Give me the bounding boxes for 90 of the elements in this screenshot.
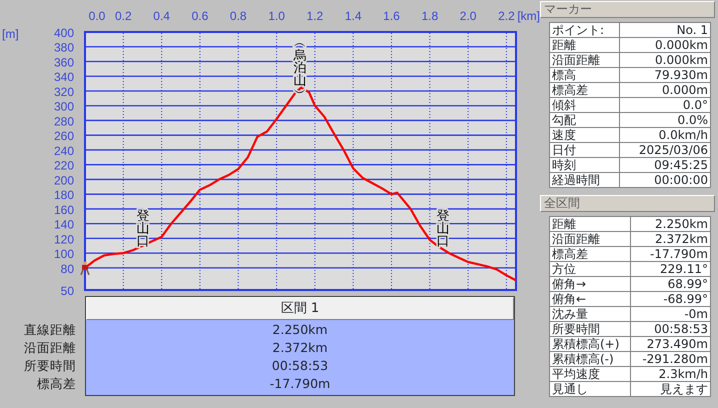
table-cell: 沿面距離 <box>550 232 631 246</box>
table-cell: 標高差 <box>550 246 631 262</box>
table-cell: -17.790m <box>630 246 710 262</box>
table-cell: 方位 <box>550 262 631 276</box>
table-cell: 俯角← <box>550 292 631 306</box>
table-cell: 2.3km/h <box>630 366 710 382</box>
axis-label: 160 <box>54 202 74 217</box>
table-cell: 標高差 <box>550 82 620 98</box>
axis-label: 0.0 <box>88 9 106 23</box>
table-cell: 2.250km <box>272 322 328 337</box>
table-cell: 所要時間 <box>550 322 631 336</box>
axis-label: 300 <box>54 100 74 114</box>
table-cell: 標高 <box>550 68 620 82</box>
axis-label: 340 <box>54 70 74 84</box>
row-label: 標高差 <box>36 375 76 393</box>
table-cell: 273.490m <box>630 336 710 352</box>
column-header: 区間 1 <box>86 297 514 320</box>
axis-label: 0.8 <box>230 9 247 23</box>
table-cell: 沈み量 <box>550 306 631 322</box>
table-cell: 距離 <box>550 38 620 52</box>
hiker-icon <box>80 262 90 276</box>
axis-label: 0.4 <box>153 9 170 23</box>
axis-label: 180 <box>54 188 74 202</box>
axis-label: 320 <box>54 84 74 99</box>
axis-label: 1.8 <box>421 9 438 23</box>
axis-label: 140 <box>54 218 74 232</box>
table-cell: 俯角→ <box>550 276 631 292</box>
table-cell: No. 1 <box>619 22 710 38</box>
table-cell: -291.280m <box>630 352 710 366</box>
axis-label: 1.0 <box>268 9 285 23</box>
table-cell: 速度 <box>550 128 620 142</box>
axis-label: 280 <box>54 114 74 128</box>
table-cell: 距離 <box>550 216 631 232</box>
panel-title: 全区間 <box>540 195 715 212</box>
table-cell: 累積標高(+) <box>550 336 631 352</box>
table-cell: 沿面距離 <box>550 52 620 68</box>
axis-label: 100 <box>54 247 74 262</box>
table-cell: 2.372km <box>272 340 328 355</box>
table-cell: 00:58:53 <box>630 322 710 336</box>
table-cell: -0m <box>630 306 710 322</box>
table-cell: 68.99° <box>630 276 710 292</box>
table-cell: 見えます <box>630 382 710 396</box>
axis-label: 0.6 <box>192 9 208 23</box>
axis-label: 220 <box>54 158 74 173</box>
panel-title: マーカー <box>540 1 715 18</box>
table-cell: 09:45:25 <box>619 158 710 172</box>
table-cell: 229.11° <box>630 262 710 276</box>
row-label: 直線距離 <box>23 321 76 339</box>
axis-label: 50 <box>60 284 74 298</box>
axis-label: 400 <box>54 26 74 40</box>
axis-label: 2.2 <box>498 9 515 23</box>
axis-label: 240 <box>54 144 74 158</box>
axis-label: 360 <box>54 55 74 70</box>
axis-label: 120 <box>54 232 74 246</box>
table-cell: 見通し <box>550 382 631 396</box>
table-cell: 傾斜 <box>550 98 620 112</box>
table-cell: ポイント: <box>550 22 620 38</box>
axis-label: 2.0 <box>460 9 476 23</box>
table-cell: -17.790m <box>270 376 330 391</box>
table-cell: 累積標高(-) <box>550 352 631 366</box>
table-cell: 0.000m <box>619 82 710 98</box>
table-cell: 時刻 <box>550 158 620 172</box>
row-label: 所要時間 <box>23 357 76 375</box>
table-cell: 00:58:53 <box>272 358 328 373</box>
axis-label: 1.6 <box>383 9 400 23</box>
table-cell: 0.0% <box>619 112 710 128</box>
table-cell: 00:00:00 <box>619 172 710 188</box>
axis-label: 260 <box>54 129 74 144</box>
axis-label: 80 <box>60 262 74 276</box>
axis-label: 380 <box>54 40 74 55</box>
table-cell: 0.0km/h <box>619 128 710 142</box>
table-cell: 2025/03/06 <box>619 142 710 158</box>
table-cell: -68.99° <box>630 292 710 306</box>
table-cell: 平均速度 <box>550 366 631 382</box>
table-cell: 勾配 <box>550 112 620 128</box>
table-cell: 経過時間 <box>550 172 620 188</box>
axis-label: 0.2 <box>114 9 132 23</box>
axis-label: 1.4 <box>344 9 362 23</box>
table-cell: 0.000km <box>619 38 710 52</box>
table-cell: 日付 <box>550 142 620 158</box>
table-cell: 2.372km <box>630 232 710 246</box>
table-cell: 2.250km <box>630 216 710 232</box>
axis-label: 200 <box>54 173 74 188</box>
axis-label: 1.2 <box>306 9 324 23</box>
axis-unit: [km] <box>517 9 540 23</box>
table-cell: 0.000km <box>619 52 710 68</box>
table-cell: 0.0° <box>619 98 710 112</box>
axis-unit: [m] <box>2 27 19 41</box>
row-label: 沿面距離 <box>23 339 76 357</box>
table-cell: 79.930m <box>619 68 710 82</box>
